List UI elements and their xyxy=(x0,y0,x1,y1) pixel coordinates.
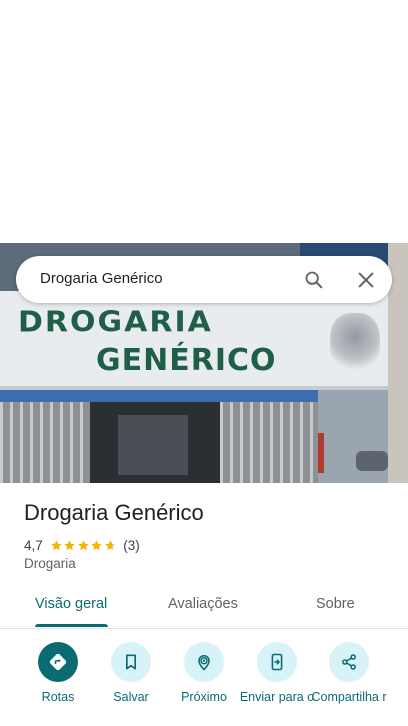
send-to-phone-label: Enviar para o xyxy=(239,690,315,704)
tab-about[interactable]: Sobre xyxy=(316,596,355,612)
save-button[interactable]: Salvar xyxy=(91,642,171,726)
place-name: Drogaria Genérico xyxy=(24,500,204,525)
share-button[interactable]: Compartilha r xyxy=(309,642,389,726)
rating-stars xyxy=(50,539,118,552)
sign-text-line2: GENÉRICO xyxy=(96,343,277,378)
share-icon xyxy=(342,654,356,670)
review-count[interactable]: (3) xyxy=(123,538,140,553)
neighbor-detail xyxy=(318,433,324,473)
star-icon xyxy=(78,539,89,550)
send-to-phone-icon xyxy=(271,653,283,671)
close-icon[interactable] xyxy=(355,269,377,291)
active-tab-indicator xyxy=(35,624,108,627)
nearby-button-circle[interactable] xyxy=(184,642,224,682)
share-label: Compartilha r xyxy=(311,690,387,704)
place-tabs: Visão geral Avaliações Sobre xyxy=(0,584,408,629)
tab-reviews[interactable]: Avaliações xyxy=(168,596,238,612)
rating-row[interactable]: 4,7 (3) xyxy=(24,536,140,554)
map-area-blank xyxy=(0,0,408,243)
share-button-circle[interactable] xyxy=(329,642,369,682)
rating-value: 4,7 xyxy=(24,537,43,553)
search-query-text[interactable]: Drogaria Genérico xyxy=(40,270,163,287)
nearby-icon xyxy=(198,655,210,671)
directions-button-circle[interactable] xyxy=(38,642,78,682)
nearby-label: Próximo xyxy=(181,690,227,704)
star-icon xyxy=(64,539,75,550)
search-bar[interactable]: Drogaria Genérico xyxy=(16,256,392,303)
store-interior xyxy=(118,415,188,475)
star-icon xyxy=(91,539,102,550)
save-button-circle[interactable] xyxy=(111,642,151,682)
directions-button[interactable]: Rotas xyxy=(18,642,98,726)
tab-overview[interactable]: Visão geral xyxy=(35,596,107,612)
sign-emblem xyxy=(330,313,380,373)
nearby-button[interactable]: Próximo xyxy=(164,642,244,726)
place-category[interactable]: Drogaria xyxy=(24,556,76,571)
send-to-phone-button-circle[interactable] xyxy=(257,642,297,682)
directions-label: Rotas xyxy=(41,690,75,704)
storefront-sign: DROGARIA GENÉRICO xyxy=(0,291,392,390)
sign-text-line1: DROGARIA xyxy=(18,305,213,340)
send-to-phone-button[interactable]: Enviar para o xyxy=(237,642,317,726)
save-label: Salvar xyxy=(113,690,149,704)
parked-car xyxy=(356,451,388,471)
bookmark-icon xyxy=(126,654,136,670)
directions-icon xyxy=(49,653,67,671)
star-half-icon xyxy=(105,539,116,550)
star-icon xyxy=(51,539,62,550)
search-icon[interactable] xyxy=(303,269,325,291)
